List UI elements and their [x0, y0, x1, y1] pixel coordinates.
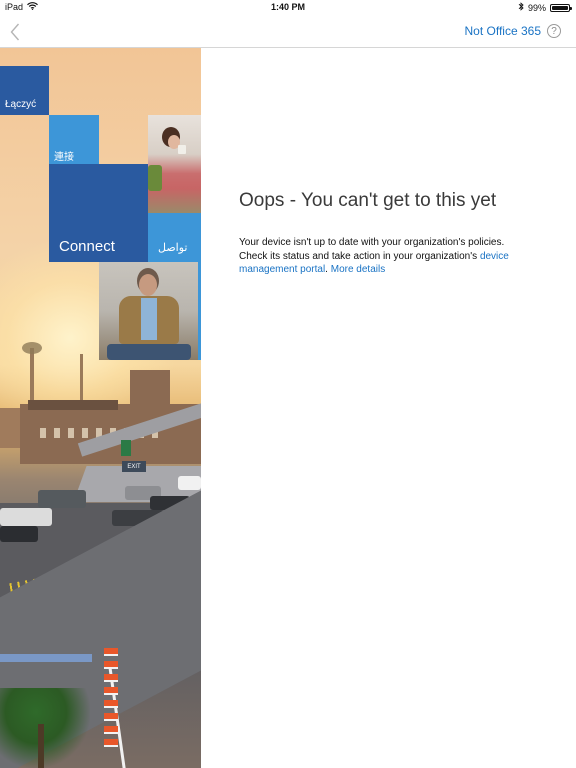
pier-tower [130, 370, 170, 410]
bluetooth-icon [518, 2, 524, 13]
man-face [139, 274, 157, 296]
exit-sign: EXIT [122, 461, 146, 472]
tile-connect: Connect [49, 164, 148, 262]
portal-link-part-1: device [479, 250, 509, 262]
back-button[interactable] [4, 19, 26, 45]
tile-arabic-label: تواصل [158, 242, 188, 254]
page-title: Oops - You can't get to this yet [239, 190, 497, 211]
parked-car [0, 526, 38, 542]
battery-percent: 99% [527, 2, 546, 13]
coffee-mug [178, 145, 186, 154]
pier-left-building [0, 408, 20, 448]
parked-car [178, 476, 201, 490]
back-chevron-icon [10, 23, 20, 41]
navigation-bar: Not Office 365 ? [0, 16, 576, 48]
status-right: 99% [518, 2, 572, 13]
traffic-cones [104, 648, 118, 748]
help-symbol: ? [551, 25, 557, 37]
distant-palm-trees [30, 348, 34, 408]
not-office-365-link[interactable]: Not Office 365 [465, 24, 542, 38]
message-line-2: Check its status and take action in your… [239, 250, 478, 262]
status-time: 1:40 PM [270, 2, 305, 12]
tile-blue-strip [198, 262, 201, 360]
main-content: Oops - You can't get to this yet Your de… [239, 190, 539, 277]
battery-icon [550, 3, 572, 12]
exit-sign-text: EXIT [127, 463, 141, 470]
tile-arabic: تواصل [148, 213, 201, 262]
message-line-1: Your device isn't up to date with your o… [239, 237, 505, 248]
tile-polish-label: Łączyć [5, 99, 37, 110]
portal-link-part-2: management portal [239, 264, 326, 275]
palm-tree [0, 688, 90, 768]
battery-level-fill [552, 5, 568, 10]
man-jeans [107, 344, 191, 360]
tile-connect-label: Connect [59, 238, 115, 255]
help-icon[interactable]: ? [547, 24, 561, 38]
green-road-sign [121, 440, 131, 456]
palm-trunk [38, 724, 44, 768]
pier-roof [28, 400, 118, 410]
distant-palm-tree-2 [80, 354, 83, 404]
green-pillow [148, 165, 162, 191]
distant-palm-crown [22, 342, 42, 354]
tile-photo-man [99, 262, 198, 360]
tile-polish: Łączyć [0, 66, 49, 115]
error-message: Your device isn't up to date with your o… [239, 236, 539, 277]
tile-photo-woman [148, 115, 201, 213]
street-sign [0, 654, 92, 662]
tile-chinese-label: 連接 [54, 152, 74, 163]
man-shirt [141, 298, 157, 340]
more-details-link[interactable]: More details [331, 264, 385, 275]
status-bar: iPad 1:40 PM 99% [0, 0, 576, 16]
battery-tip [570, 6, 572, 10]
parked-car [0, 508, 52, 526]
parked-car [38, 490, 86, 508]
hero-image: EXIT Łączyć 連接 Connect تواصل [0, 48, 201, 768]
sentence-period: . [325, 264, 328, 275]
tile-chinese: 連接 [49, 115, 99, 164]
